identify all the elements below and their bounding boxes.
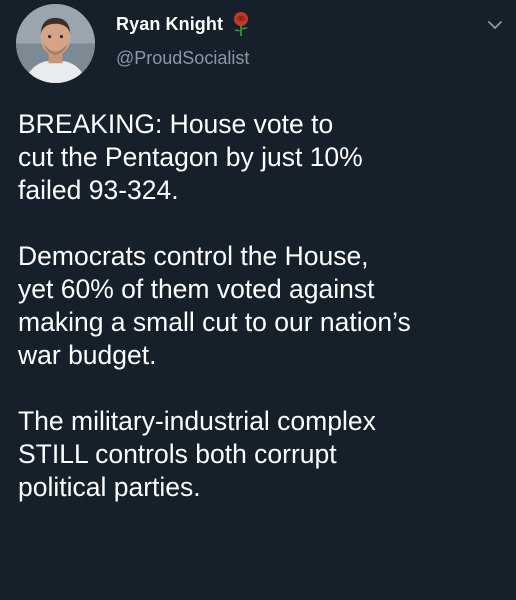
author-display-name[interactable]: Ryan Knight (116, 14, 223, 35)
tweet-paragraph: The military-industrial complex STILL co… (18, 405, 508, 504)
tweet-paragraph: BREAKING: House vote to cut the Pentagon… (18, 108, 508, 207)
tweet-line: making a small cut to our nation’s (18, 307, 411, 337)
tweet-line: war budget. (18, 340, 157, 370)
tweet-line: STILL controls both corrupt (18, 439, 337, 469)
chevron-down-icon[interactable] (484, 14, 506, 36)
tweet-text: BREAKING: House vote to cut the Pentagon… (18, 108, 508, 537)
tweet-line: The military-industrial complex (18, 406, 376, 436)
tweet-card: Ryan Knight @ProudSocialist BREAKING: Ho… (0, 0, 516, 600)
author-name-row: Ryan Knight (116, 8, 253, 40)
tweet-line: political parties. (18, 472, 201, 502)
tweet-line: Democrats control the House, (18, 241, 369, 271)
author-handle[interactable]: @ProudSocialist (116, 48, 249, 69)
tweet-line: BREAKING: House vote to (18, 109, 334, 139)
profile-photo-icon (16, 4, 95, 83)
tweet-paragraph: Democrats control the House, yet 60% of … (18, 240, 508, 372)
tweet-line: yet 60% of them voted against (18, 274, 375, 304)
tweet-line: cut the Pentagon by just 10% (18, 142, 363, 172)
avatar[interactable] (16, 4, 95, 83)
tweet-line: failed 93-324. (18, 175, 179, 205)
rose-icon (229, 11, 253, 37)
